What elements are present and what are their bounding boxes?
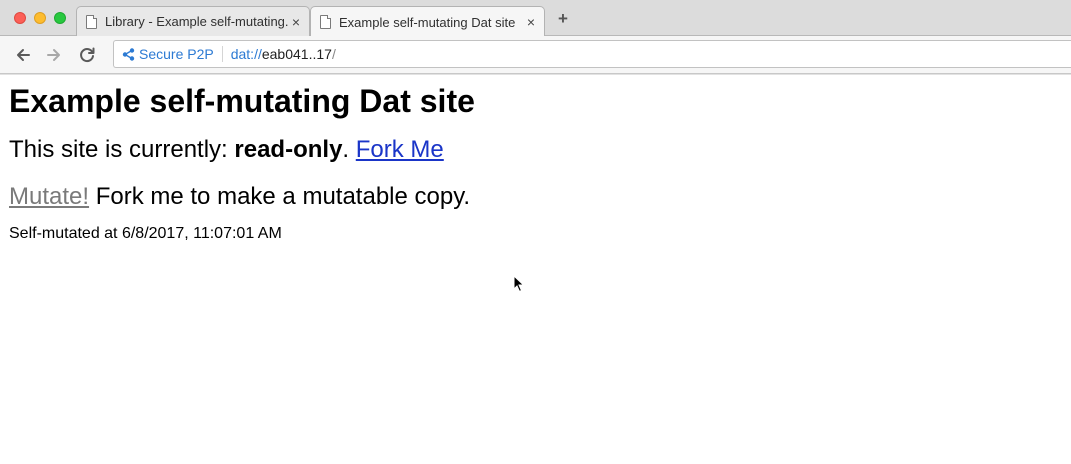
new-tab-button[interactable]: +	[556, 10, 570, 28]
reload-icon	[80, 47, 95, 63]
tab-library[interactable]: Library - Example self-mutating.. ×	[76, 6, 310, 36]
reload-button[interactable]	[76, 44, 98, 66]
page-icon	[320, 15, 331, 29]
forward-arrow-icon	[47, 49, 60, 61]
close-icon[interactable]: ×	[523, 14, 539, 30]
forward-button[interactable]	[43, 44, 65, 66]
address-bar[interactable]: Secure P2P dat://eab041..17/	[113, 40, 1071, 68]
back-arrow-icon	[17, 49, 30, 61]
status-prefix: This site is currently:	[9, 136, 235, 163]
page-content: Example self-mutating Dat site This site…	[9, 76, 1059, 244]
page-icon	[86, 14, 97, 29]
tab-title: Example self-mutating Dat site	[339, 14, 516, 30]
mutated-timestamp: Self-mutated at 6/8/2017, 11:07:01 AM	[9, 225, 282, 242]
url-scheme: dat://	[230, 46, 262, 62]
secure-p2p-badge[interactable]: Secure P2P	[122, 46, 214, 62]
window-minimize-button[interactable]	[34, 12, 46, 24]
secure-label: Secure P2P	[139, 46, 214, 62]
window-close-button[interactable]	[14, 12, 26, 24]
tab-strip: Library - Example self-mutating.. × Exam…	[0, 0, 1071, 37]
status-value: read-only	[234, 136, 343, 163]
back-button[interactable]	[12, 44, 34, 66]
fork-me-link[interactable]: Fork Me	[356, 136, 444, 163]
navigation-bar: Secure P2P dat://eab041..17/	[0, 36, 1071, 74]
mutate-line: Mutate! Fork me to make a mutatable copy…	[9, 182, 1059, 212]
window-zoom-button[interactable]	[54, 12, 66, 24]
status-line: This site is currently: read-only. Fork …	[9, 135, 1059, 165]
tab-title: Library - Example self-mutating..	[105, 14, 288, 29]
url-host: eab041..17	[261, 46, 332, 62]
page-title: Example self-mutating Dat site	[9, 83, 475, 119]
status-suffix: .	[342, 136, 350, 163]
toolbar-divider	[0, 74, 1071, 75]
address-divider	[221, 46, 223, 62]
close-icon[interactable]: ×	[288, 14, 304, 30]
url-path: /	[331, 46, 336, 62]
tab-example-site[interactable]: Example self-mutating Dat site ×	[310, 6, 545, 37]
mutate-hint: Fork me to make a mutatable copy.	[89, 183, 471, 210]
mutate-link[interactable]: Mutate!	[9, 183, 89, 210]
mouse-pointer-icon	[513, 275, 525, 293]
share-nodes-icon	[122, 47, 135, 61]
